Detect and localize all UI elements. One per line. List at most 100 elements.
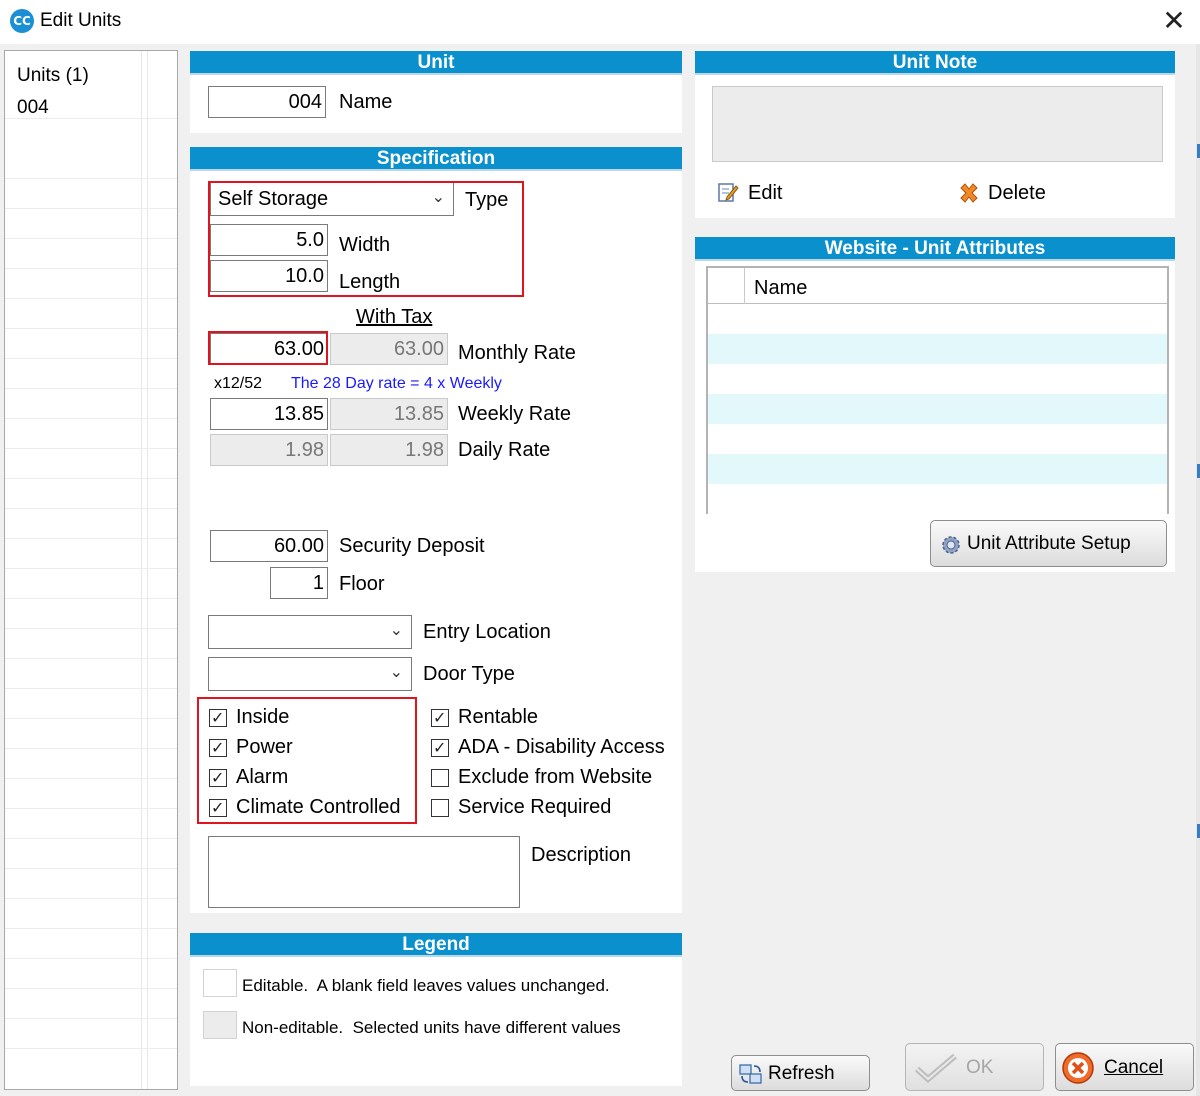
list-item-empty (5, 959, 177, 989)
list-item-empty (5, 209, 177, 239)
list-item-empty (5, 1019, 177, 1049)
monthly-rate-input[interactable] (210, 333, 328, 365)
close-icon[interactable]: ✕ (1156, 4, 1192, 40)
list-item-empty (5, 899, 177, 929)
climate-controlled-checkbox[interactable]: ✓ (209, 798, 227, 817)
unit-note-text (712, 86, 1163, 162)
floor-input[interactable] (270, 567, 328, 599)
security-deposit-label: Security Deposit (339, 535, 485, 557)
list-item-empty (5, 329, 177, 359)
door-type-label: Door Type (423, 663, 515, 685)
list-item-empty (5, 509, 177, 539)
ada-access-checkbox[interactable]: ✓ (431, 738, 449, 757)
type-select-value: Self Storage (218, 188, 329, 210)
list-item-empty (5, 749, 177, 779)
list-item-empty (5, 869, 177, 899)
entry-location-select[interactable]: ⌄ (208, 615, 412, 649)
entry-location-label: Entry Location (423, 621, 551, 643)
exclude-from-website-checkbox[interactable] (431, 769, 449, 787)
list-item-empty (5, 989, 177, 1019)
edit-icon (718, 183, 739, 202)
list-item-empty (5, 539, 177, 569)
power-checkbox-label[interactable]: Power (236, 736, 293, 759)
website-attributes-panel-header: Website - Unit Attributes (695, 237, 1175, 261)
refresh-button[interactable]: Refresh (731, 1055, 870, 1091)
list-item-empty (5, 839, 177, 869)
exclude-from-website-checkbox-label[interactable]: Exclude from Website (458, 766, 652, 789)
ok-button[interactable]: OK (905, 1043, 1044, 1091)
daily-rate-label: Daily Rate (458, 439, 551, 461)
length-input[interactable] (210, 260, 328, 292)
checkmark-icon: ✓ (211, 798, 225, 817)
table-row[interactable] (708, 484, 1167, 514)
alarm-checkbox[interactable]: ✓ (209, 768, 227, 787)
delete-note-button[interactable]: Delete (955, 179, 1065, 209)
cancel-button[interactable]: Cancel (1055, 1043, 1194, 1091)
list-item-empty (5, 269, 177, 299)
unit-name-input[interactable] (208, 86, 326, 118)
inside-checkbox-label[interactable]: Inside (236, 706, 289, 729)
table-row[interactable] (708, 424, 1167, 454)
unit-attribute-setup-button[interactable]: Unit Attribute Setup (930, 520, 1167, 567)
gear-icon (942, 536, 960, 554)
list-item-empty (5, 809, 177, 839)
table-row[interactable] (708, 334, 1167, 364)
table-row[interactable] (708, 394, 1167, 424)
power-checkbox[interactable]: ✓ (209, 738, 227, 757)
rentable-checkbox[interactable]: ✓ (431, 708, 449, 727)
units-list-header[interactable]: Units (1) (5, 57, 177, 87)
climate-controlled-checkbox-label[interactable]: Climate Controlled (236, 796, 401, 819)
name-label: Name (339, 91, 393, 113)
table-row[interactable] (708, 304, 1167, 334)
service-required-checkbox-label[interactable]: Service Required (458, 796, 611, 819)
refresh-icon (739, 1064, 762, 1084)
list-item-empty (5, 179, 177, 209)
edit-note-button[interactable]: Edit (715, 179, 805, 209)
list-item-empty (5, 389, 177, 419)
list-item-empty (5, 629, 177, 659)
list-item-empty (5, 449, 177, 479)
list-item[interactable]: 004 (5, 89, 177, 119)
legend-editable-text: Editable. A blank field leaves values un… (242, 976, 610, 995)
service-required-checkbox[interactable] (431, 799, 449, 817)
checkmark-icon: ✓ (433, 738, 447, 757)
multiplier-text: x12/52 (214, 375, 263, 392)
floor-label: Floor (339, 573, 385, 595)
list-item-empty (5, 569, 177, 599)
list-item-empty (5, 929, 177, 959)
ada-access-checkbox-label[interactable]: ADA - Disability Access (458, 736, 665, 759)
security-deposit-input[interactable] (210, 530, 328, 562)
width-input[interactable] (210, 224, 328, 256)
weekly-rate-input[interactable] (210, 398, 328, 430)
inside-checkbox[interactable]: ✓ (209, 708, 227, 727)
unit-note-panel-header: Unit Note (695, 51, 1175, 75)
description-input[interactable] (208, 836, 520, 908)
description-label: Description (531, 844, 632, 866)
list-item-empty (5, 149, 177, 179)
table-row[interactable] (708, 364, 1167, 394)
chevron-down-icon: ⌄ (389, 620, 403, 639)
alarm-checkbox-label[interactable]: Alarm (236, 766, 288, 789)
list-item-empty (5, 419, 177, 449)
refresh-label: Refresh (768, 1063, 835, 1084)
window-title: Edit Units (40, 10, 122, 31)
app-logo-icon: CC (10, 9, 34, 33)
checkmark-icon (914, 1053, 957, 1083)
window-edge (1196, 44, 1200, 1096)
type-select[interactable]: Self Storage ⌄ (210, 182, 454, 216)
chevron-down-icon: ⌄ (431, 187, 445, 206)
daily-rate-field (210, 434, 328, 466)
monthly-rate-with-tax-field (330, 333, 448, 365)
door-type-select[interactable]: ⌄ (208, 657, 412, 691)
rentable-checkbox-label[interactable]: Rentable (458, 706, 538, 729)
monthly-rate-label: Monthly Rate (458, 342, 576, 364)
attributes-column-name: Name (754, 277, 808, 299)
attributes-grid[interactable]: Name (706, 266, 1169, 514)
table-row[interactable] (708, 454, 1167, 484)
list-item-empty (5, 689, 177, 719)
list-item-empty (5, 239, 177, 269)
units-list[interactable]: Units (1) 004 (4, 50, 178, 1090)
list-item-empty (5, 659, 177, 689)
day-rate-note: The 28 Day rate = 4 x Weekly (291, 375, 502, 392)
legend-panel-header: Legend (190, 933, 682, 957)
